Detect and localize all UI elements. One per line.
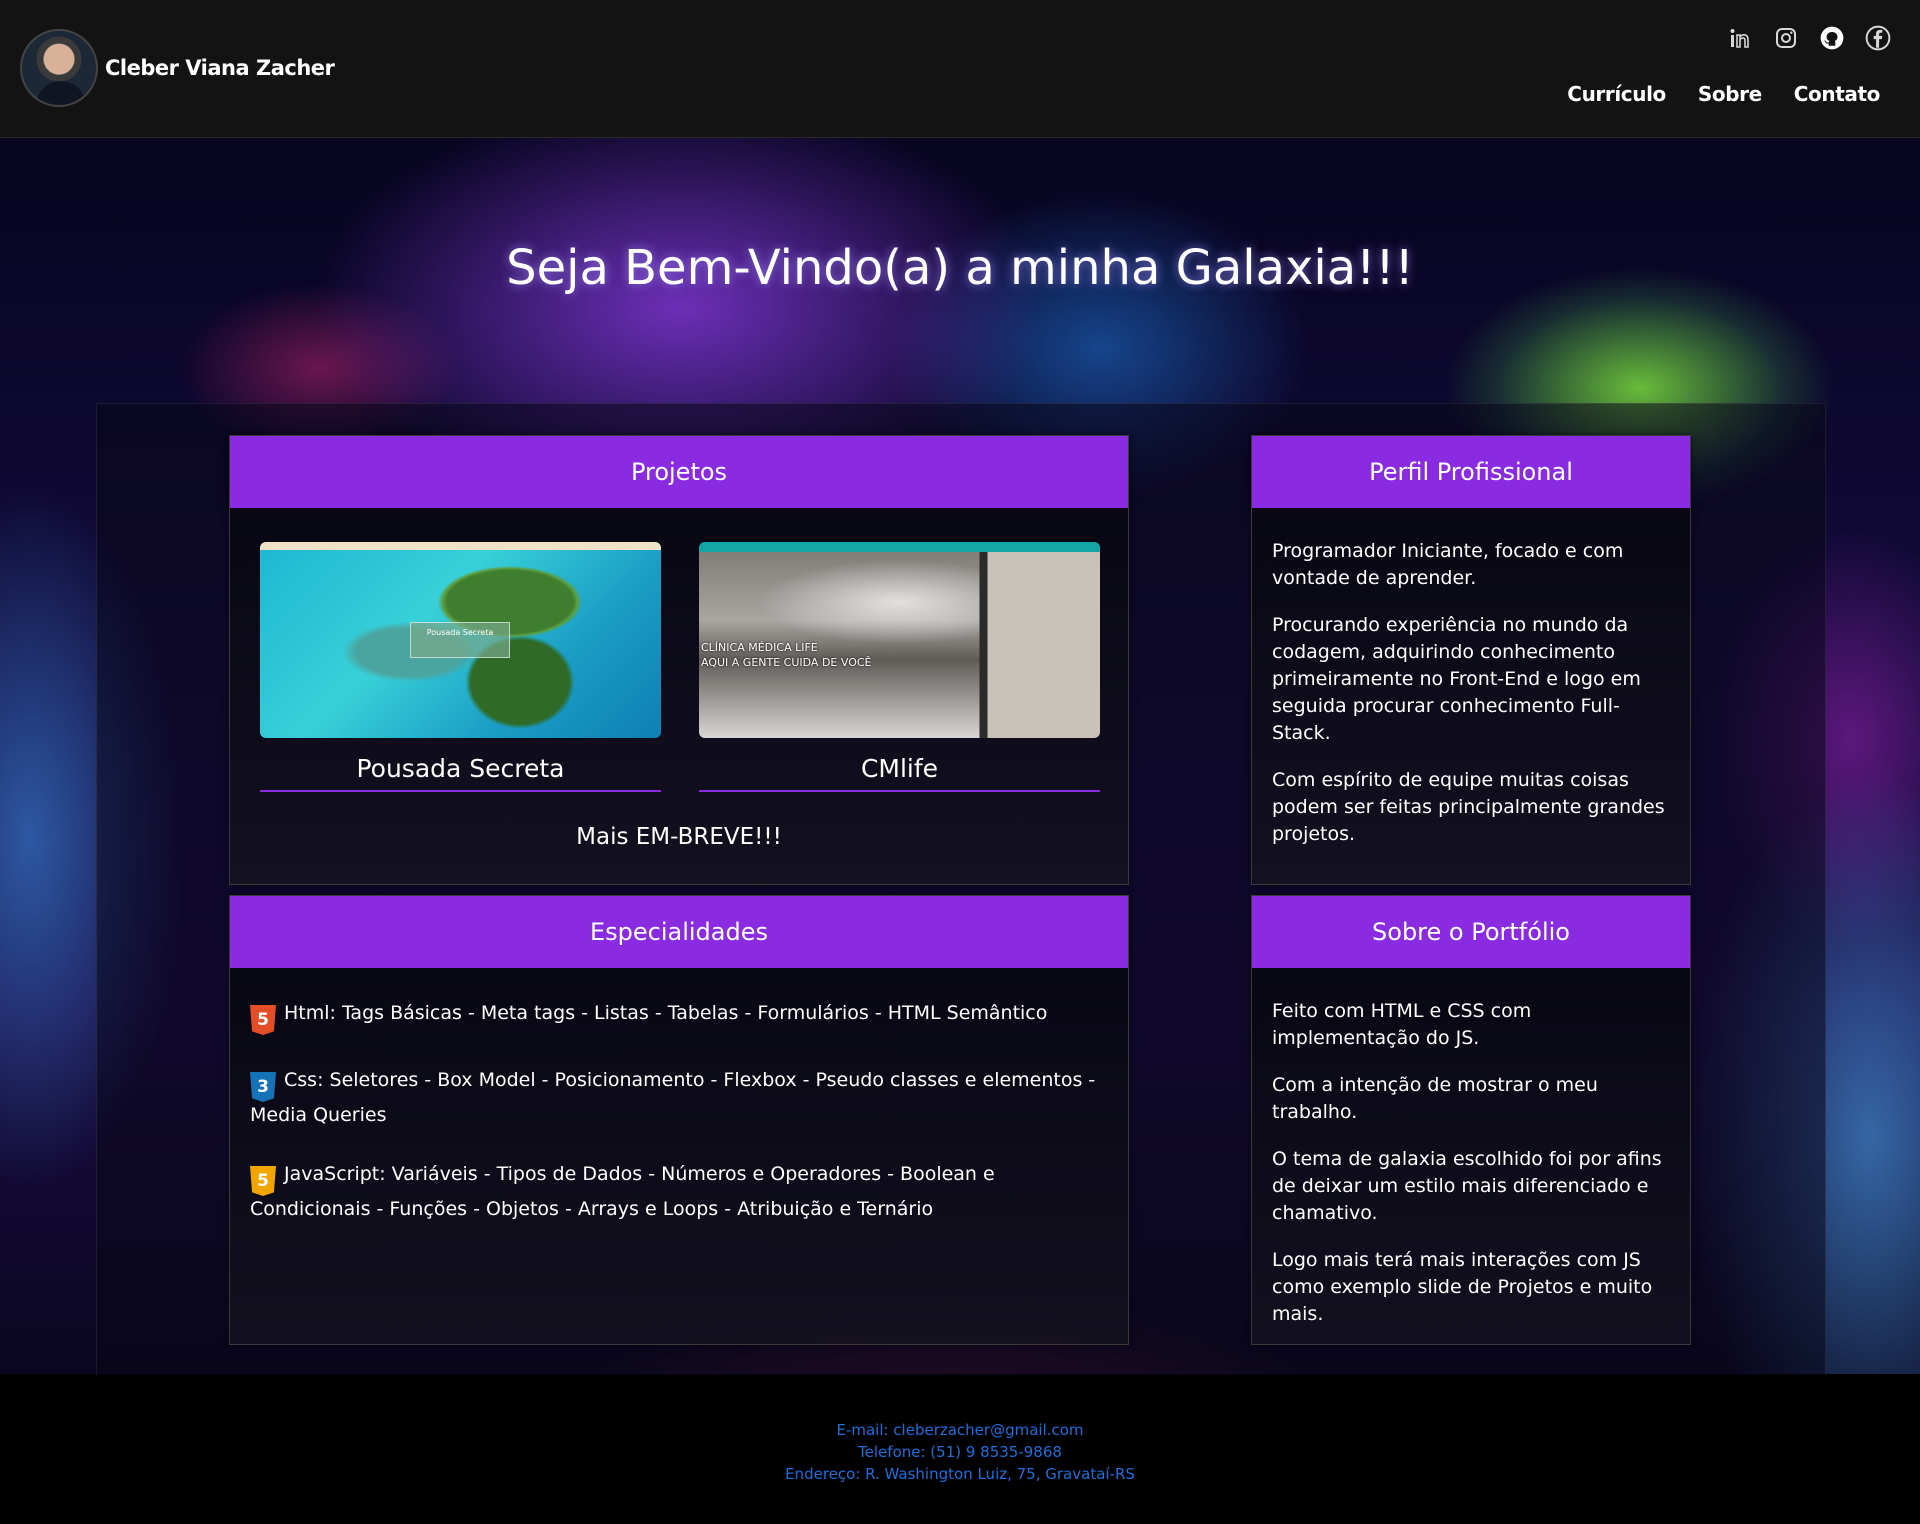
project-underline — [699, 790, 1100, 792]
project-underline — [260, 790, 661, 792]
instagram-icon[interactable] — [1772, 24, 1800, 52]
project-thumbnail[interactable]: Pousada Secreta — [260, 542, 661, 738]
hero-title: Seja Bem-Vindo(a) a minha Galaxia!!! — [506, 240, 1414, 296]
nav-curriculo[interactable]: Currículo — [1567, 82, 1666, 106]
perfil-paragraph: Com espírito de equipe muitas coisas pod… — [1272, 769, 1665, 845]
facebook-icon[interactable] — [1864, 24, 1892, 52]
nav-sobre[interactable]: Sobre — [1698, 82, 1762, 106]
sobre-body: Feito com HTML e CSS com implementação d… — [1252, 968, 1690, 1328]
main-nav: Currículo Sobre Contato — [1567, 82, 1880, 106]
footer-phone[interactable]: Telefone: (51) 9 8535-9868 — [0, 1441, 1920, 1463]
list-item: 5 JavaScript: Variáveis - Tipos de Dados … — [250, 1163, 995, 1220]
thumbnail-caption: CLÍNICA MÉDICA LIFE AQUI A GENTE CUIDA D… — [701, 641, 872, 669]
sobre-paragraph: Logo mais terá mais interações com JS co… — [1272, 1249, 1653, 1325]
linkedin-icon[interactable] — [1726, 24, 1754, 52]
perfil-body: Programador Iniciante, focado e com vont… — [1252, 508, 1690, 848]
perfil-heading: Perfil Profissional — [1252, 436, 1690, 508]
projects-card: Projetos Pousada Secreta Pousada Secreta… — [229, 435, 1129, 885]
especialidades-list: 5 Html: Tags Básicas - Meta tags - Listas… — [250, 1000, 1110, 1255]
project-title[interactable]: CMlife — [699, 754, 1100, 788]
site-footer: E-mail: cleberzacher@gmail.com Telefone:… — [0, 1375, 1920, 1524]
especialidades-card: Especialidades 5 Html: Tags Básicas - Met… — [229, 895, 1129, 1345]
content-container: Projetos Pousada Secreta Pousada Secreta… — [96, 403, 1826, 1377]
projects-heading: Projetos — [230, 436, 1128, 508]
social-links — [1726, 24, 1892, 52]
sobre-paragraph: Feito com HTML e CSS com implementação d… — [1272, 1000, 1532, 1049]
nav-contato[interactable]: Contato — [1794, 82, 1881, 106]
list-item: 5 Html: Tags Básicas - Meta tags - Listas… — [250, 1000, 1110, 1035]
css3-icon: 3 — [250, 1072, 276, 1102]
project-thumbnail[interactable]: CLÍNICA MÉDICA LIFE AQUI A GENTE CUIDA D… — [699, 542, 1100, 738]
project-pousada[interactable]: Pousada Secreta Pousada Secreta — [260, 542, 661, 792]
sobre-card: Sobre o Portfólio Feito com HTML e CSS c… — [1251, 895, 1691, 1345]
especialidades-heading: Especialidades — [230, 896, 1128, 968]
project-title[interactable]: Pousada Secreta — [260, 754, 661, 788]
footer-email[interactable]: E-mail: cleberzacher@gmail.com — [0, 1419, 1920, 1441]
perfil-paragraph: Programador Iniciante, focado e com vont… — [1272, 540, 1624, 589]
sobre-heading: Sobre o Portfólio — [1252, 896, 1690, 968]
project-cmlife[interactable]: CLÍNICA MÉDICA LIFE AQUI A GENTE CUIDA D… — [699, 542, 1100, 792]
thumbnail-caption: Pousada Secreta — [410, 622, 510, 658]
perfil-paragraph: Procurando experiência no mundo da codag… — [1272, 614, 1641, 744]
avatar[interactable] — [20, 29, 98, 107]
sobre-paragraph: O tema de galaxia escolhido foi por afin… — [1272, 1148, 1662, 1224]
sobre-paragraph: Com a intenção de mostrar o meu trabalho… — [1272, 1074, 1598, 1123]
site-header: Cleber Viana Zacher Currículo Sobre Cont… — [0, 0, 1920, 138]
site-owner-name[interactable]: Cleber Viana Zacher — [105, 56, 335, 80]
perfil-card: Perfil Profissional Programador Iniciant… — [1251, 435, 1691, 885]
list-item: 3 Css: Seletores - Box Model - Posicionam… — [250, 1069, 1096, 1126]
javascript-icon: 5 — [250, 1166, 276, 1196]
html5-icon: 5 — [250, 1005, 276, 1035]
more-coming-text: Mais EM-BREVE!!! — [576, 824, 782, 850]
github-icon[interactable] — [1818, 24, 1846, 52]
footer-address: Endereço: R. Washington Luiz, 75, Gravat… — [785, 1465, 1135, 1483]
